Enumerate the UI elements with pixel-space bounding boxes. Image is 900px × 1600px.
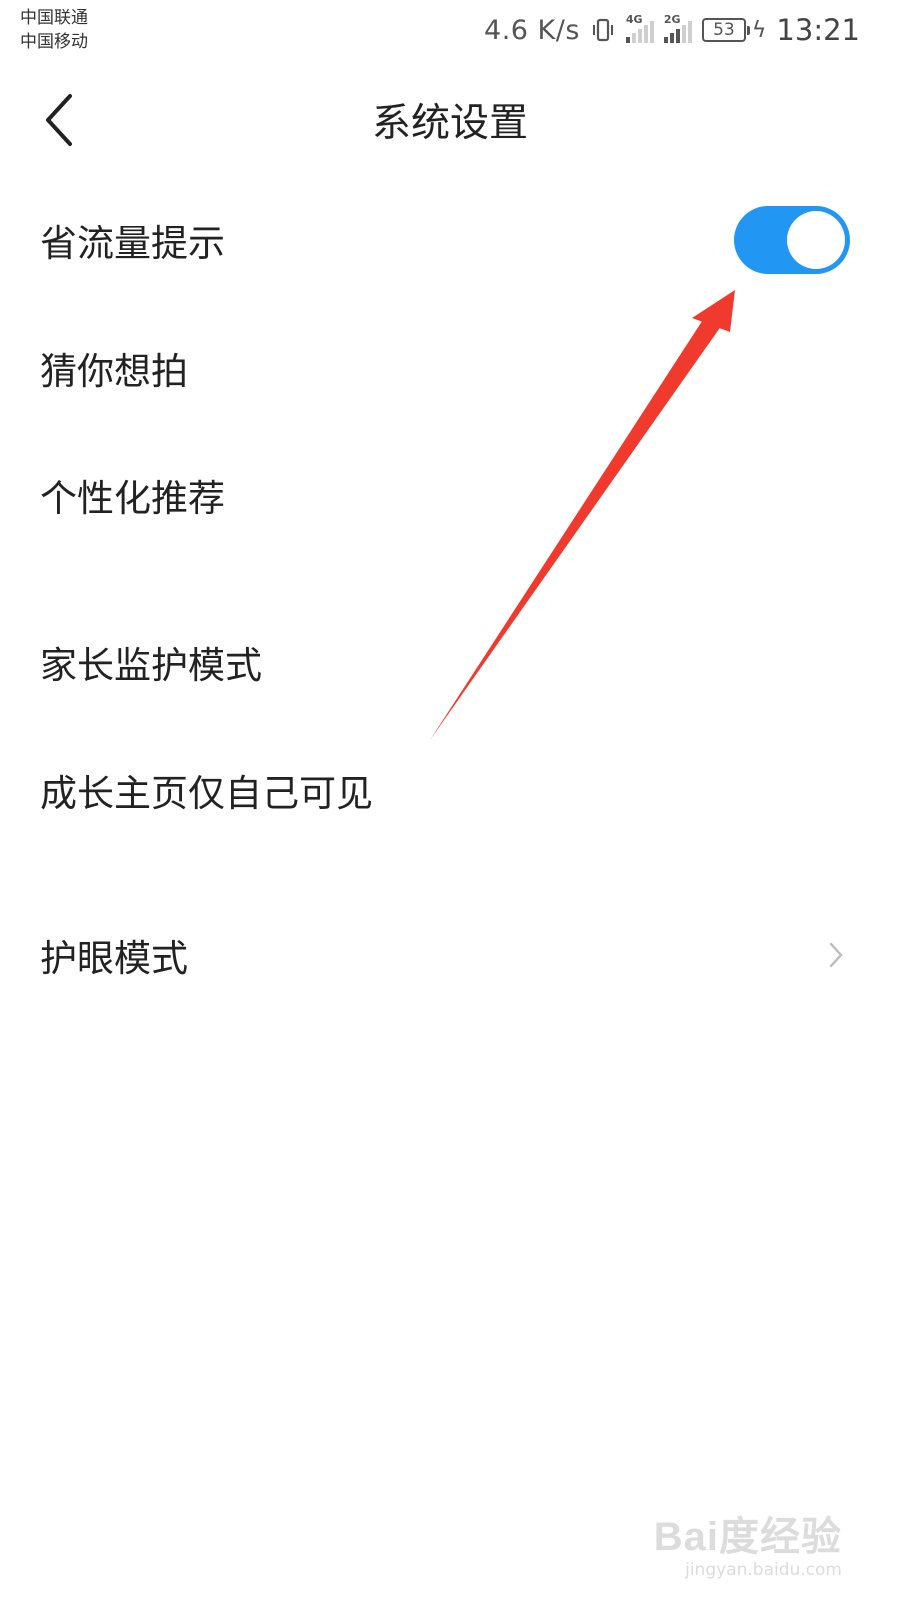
- watermark-url: jingyan.baidu.com: [685, 1560, 842, 1580]
- setting-guess-shoot[interactable]: 猜你想拍: [40, 328, 850, 408]
- status-indicators: 4.6 K/s 4G 2G 53 ϟ 13:21: [484, 10, 860, 50]
- battery-level: 53: [701, 18, 746, 42]
- carrier-info: 中国联通 中国移动: [20, 6, 88, 54]
- signal-4g-label: 4G: [625, 13, 643, 26]
- setting-eye-protection[interactable]: 护眼模式: [40, 915, 850, 995]
- watermark-logo: Bai度经验: [653, 1515, 842, 1559]
- chevron-right-icon: [829, 942, 843, 968]
- setting-personalized-recommendation[interactable]: 个性化推荐: [40, 455, 850, 535]
- signal-2g-label: 2G: [663, 13, 681, 26]
- watermark: Bai度经验 jingyan.baidu.com: [654, 1504, 842, 1580]
- setting-growth-homepage-private[interactable]: 成长主页仅自己可见: [40, 750, 850, 830]
- toggle-knob: [787, 211, 845, 269]
- signal-4g-icon: 4G: [625, 13, 654, 43]
- carrier-1: 中国联通: [20, 8, 88, 28]
- setting-label: 家长监护模式: [40, 644, 262, 687]
- setting-label: 护眼模式: [40, 937, 188, 980]
- setting-data-saver[interactable]: 省流量提示: [40, 200, 850, 280]
- setting-parental-mode[interactable]: 家长监护模式: [40, 622, 850, 702]
- clock: 13:21: [776, 13, 860, 47]
- setting-label: 成长主页仅自己可见: [40, 772, 373, 815]
- network-speed: 4.6 K/s: [484, 14, 580, 46]
- status-bar: 中国联通 中国移动 4.6 K/s 4G 2G 53 ϟ 13:21: [0, 0, 900, 62]
- setting-label: 个性化推荐: [40, 477, 225, 520]
- vibrate-icon: [592, 18, 613, 42]
- signal-2g-icon: 2G: [663, 13, 692, 43]
- setting-label: 省流量提示: [40, 222, 225, 265]
- page-title: 系统设置: [371, 101, 528, 146]
- charging-icon: ϟ: [751, 17, 767, 43]
- data-saver-toggle[interactable]: [734, 206, 850, 274]
- setting-label: 猜你想拍: [40, 350, 188, 393]
- battery-icon: 53 ϟ: [701, 17, 767, 43]
- carrier-2: 中国移动: [20, 32, 88, 52]
